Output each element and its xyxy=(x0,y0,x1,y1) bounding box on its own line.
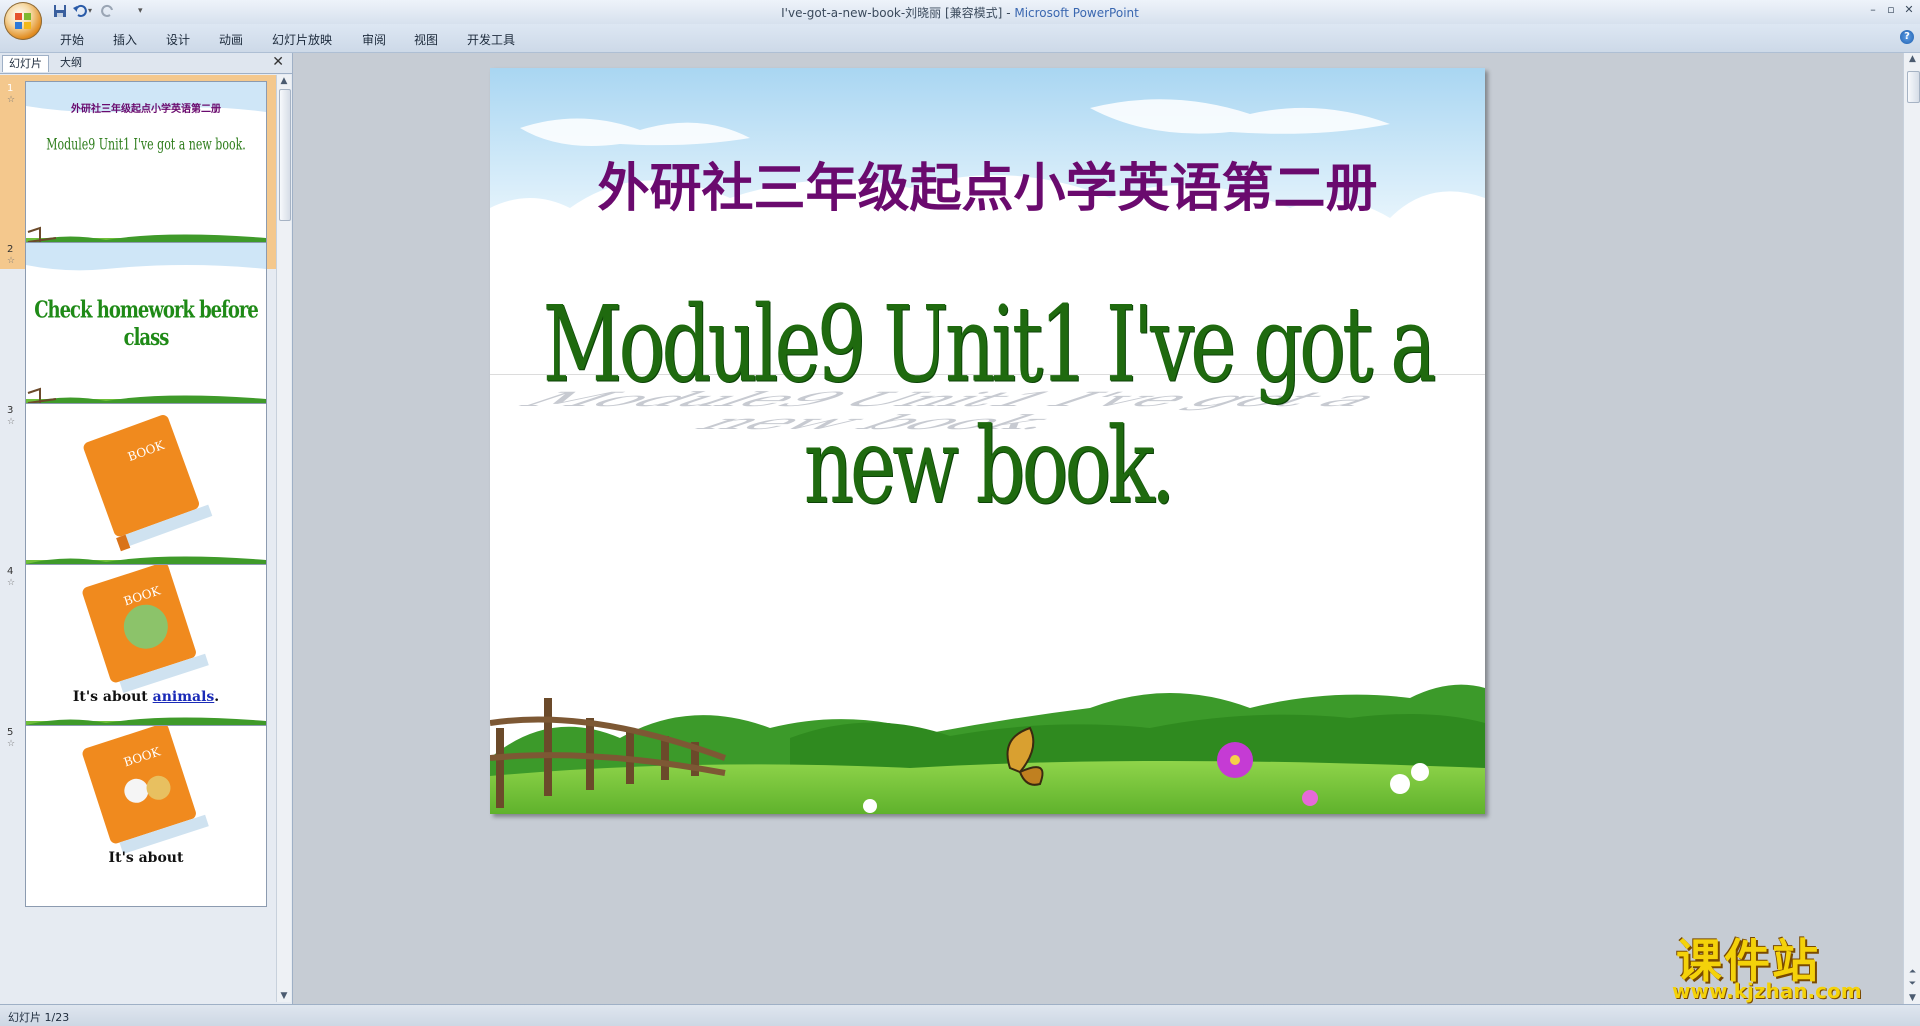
panel-scrollbar[interactable]: ▲ ▼ xyxy=(276,75,291,1002)
panel-tabs: 幻灯片 大纲 ✕ xyxy=(0,53,292,74)
scroll-down-icon[interactable]: ▼ xyxy=(1904,992,1920,1004)
slide-thumbnail-5[interactable]: 5 ☆ BOOK It's about xyxy=(0,719,276,913)
slide-editing-area: 外研社三年级起点小学英语第二册 Module9 Unit1 I've got a… xyxy=(293,53,1903,1004)
thumb-title: Check homework before class xyxy=(34,296,259,352)
tab-home[interactable]: 开始 xyxy=(60,31,84,48)
animals-link: animals xyxy=(152,689,215,705)
animation-star-icon: ☆ xyxy=(7,739,16,749)
tab-design[interactable]: 设计 xyxy=(166,31,190,48)
minimize-icon[interactable]: – xyxy=(1866,3,1880,17)
scroll-down-icon[interactable]: ▼ xyxy=(277,990,291,1002)
slides-panel: 幻灯片 大纲 ✕ 1 ☆ 外研社三年级起点小学英语第二册 Module9 Uni… xyxy=(0,53,293,1004)
tab-insert[interactable]: 插入 xyxy=(113,31,137,48)
watermark: 课件站 www.kjzhan.com xyxy=(1668,925,1904,1005)
editor-scrollbar[interactable]: ▲ ⏶ ⏷ ▼ xyxy=(1903,53,1920,1004)
tab-animations[interactable]: 动画 xyxy=(219,31,243,48)
thumbnail-list: 1 ☆ 外研社三年级起点小学英语第二册 Module9 Unit1 I've g… xyxy=(0,75,276,1002)
scroll-up-icon[interactable]: ▲ xyxy=(1904,53,1920,65)
slide-number: 3 xyxy=(7,405,14,416)
animation-star-icon: ☆ xyxy=(7,256,16,266)
tab-developer[interactable]: 开发工具 xyxy=(467,31,515,48)
thumbnail-canvas: BOOK It's about xyxy=(25,725,267,907)
restore-icon[interactable]: ▫ xyxy=(1884,3,1898,17)
scroll-thumb[interactable] xyxy=(279,89,291,221)
current-slide[interactable]: 外研社三年级起点小学英语第二册 Module9 Unit1 I've got a… xyxy=(490,68,1485,814)
slide-number: 1 xyxy=(7,83,14,94)
thumb-caption: It's about xyxy=(108,850,184,866)
title-bar: ▾ ▾ I've-got-a-new-book-刘晓丽 [兼容模式] - Mic… xyxy=(0,0,1920,40)
window-title: I've-got-a-new-book-刘晓丽 [兼容模式] - Microso… xyxy=(781,6,1139,20)
scroll-thumb[interactable] xyxy=(1907,71,1920,103)
slide-number: 5 xyxy=(7,727,14,738)
slide-number: 4 xyxy=(7,566,14,577)
slide-title-english[interactable]: Module9 Unit1 I've got a new book. xyxy=(490,285,1485,528)
animation-star-icon: ☆ xyxy=(7,417,16,427)
animation-star-icon: ☆ xyxy=(7,578,16,588)
office-logo-icon xyxy=(15,13,31,29)
slide-title-chinese[interactable]: 外研社三年级起点小学英语第二册 xyxy=(490,146,1485,221)
animation-star-icon: ☆ xyxy=(7,95,16,105)
ribbon-tabs: 开始 插入 设计 动画 幻灯片放映 审阅 视图 开发工具 ? xyxy=(0,24,1920,53)
slide-number: 2 xyxy=(7,244,14,255)
tab-review[interactable]: 审阅 xyxy=(362,31,386,48)
thumb-title: 外研社三年级起点小学英语第二册 xyxy=(71,104,221,115)
tab-view[interactable]: 视图 xyxy=(414,31,438,48)
book-image xyxy=(26,404,266,584)
thumb-caption: It's about animals. xyxy=(72,689,220,705)
help-icon[interactable]: ? xyxy=(1900,30,1914,44)
watermark-url: www.kjzhan.com xyxy=(1672,979,1862,1003)
tab-slides[interactable]: 幻灯片 xyxy=(2,55,49,72)
panel-close-icon[interactable]: ✕ xyxy=(272,54,284,70)
close-icon[interactable]: ✕ xyxy=(1902,3,1916,17)
office-button[interactable] xyxy=(4,2,42,40)
status-bar: 幻灯片 1/23 xyxy=(0,1004,1920,1026)
thumb-subtitle: Module9 Unit1 I've got a new book. xyxy=(46,135,246,154)
slide-counter: 幻灯片 1/23 xyxy=(8,1011,70,1024)
previous-slide-icon[interactable]: ⏶ xyxy=(1904,966,1920,978)
tab-slideshow[interactable]: 幻灯片放映 xyxy=(272,31,332,48)
scroll-up-icon[interactable]: ▲ xyxy=(277,75,291,87)
next-slide-icon[interactable]: ⏷ xyxy=(1904,978,1920,990)
tab-outline[interactable]: 大纲 xyxy=(54,55,88,71)
